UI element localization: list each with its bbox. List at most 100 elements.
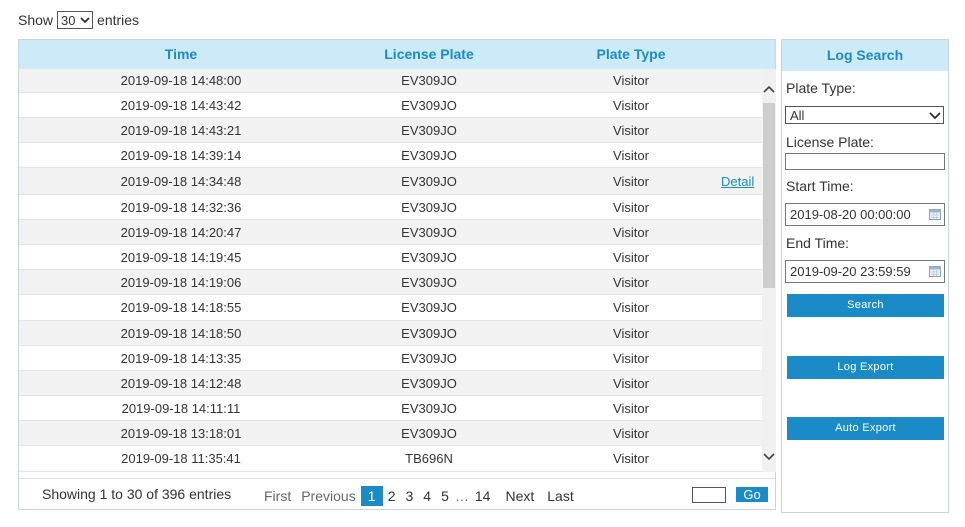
scroll-up-icon[interactable]	[762, 81, 776, 97]
row-license-plate: EV309JO	[401, 400, 457, 416]
start-time-input[interactable]: 2019-08-20 00:00:00	[785, 203, 945, 226]
pagination-page-1[interactable]: 1	[360, 486, 383, 506]
row-time: 2019-09-18 14:39:14	[120, 147, 242, 163]
pagination-page-2[interactable]: 2	[383, 486, 401, 506]
row-plate-type: Visitor	[613, 451, 649, 466]
scroll-down-icon[interactable]	[762, 449, 776, 465]
end-time-value: 2019-09-20 23:59:59	[790, 264, 911, 279]
table-row[interactable]: 2019-09-18 14:18:50 EV309JO Visitor	[19, 321, 762, 346]
table-row[interactable]: 2019-09-18 14:19:06 EV309JO Visitor	[19, 270, 762, 295]
column-header-time[interactable]: Time	[101, 40, 261, 69]
table-row[interactable]: 2019-09-18 14:48:00 EV309JO Visitor	[19, 69, 762, 93]
row-license-plate: EV309JO	[401, 147, 457, 163]
row-license-plate: EV309JO	[401, 199, 457, 215]
table-row[interactable]: 2019-09-18 14:32:36 EV309JO Visitor	[19, 195, 762, 220]
row-time: 2019-09-18 14:18:50	[120, 325, 242, 341]
calendar-icon[interactable]	[929, 266, 941, 277]
row-time: 2019-09-18 11:35:41	[121, 451, 241, 466]
pagination-previous[interactable]: Previous	[296, 486, 360, 506]
table-row[interactable]: 2019-09-18 14:19:45 EV309JO Visitor	[19, 245, 762, 270]
row-plate-type: Visitor	[613, 73, 649, 88]
row-license-plate: EV309JO	[401, 73, 457, 88]
pagination-page-14[interactable]: 14	[470, 486, 496, 506]
pagination-last[interactable]: Last	[539, 486, 578, 506]
row-time: 2019-09-18 14:43:42	[120, 97, 242, 113]
row-time: 2019-09-18 14:11:11	[121, 400, 241, 416]
chevron-down-icon	[929, 112, 941, 120]
license-plate-label: License Plate:	[786, 134, 874, 150]
table-row[interactable]: 2019-09-18 14:43:21 EV309JO Visitor	[19, 118, 762, 143]
table-row[interactable]: 2019-09-18 14:13:35 EV309JO Visitor	[19, 346, 762, 371]
row-time: 2019-09-18 14:32:36	[120, 199, 242, 215]
end-time-input[interactable]: 2019-09-20 23:59:59	[785, 260, 945, 283]
row-plate-type: Visitor	[613, 249, 649, 265]
row-time: 2019-09-18 13:18:01	[120, 425, 242, 441]
plate-type-value: All	[790, 107, 805, 123]
row-plate-type: Visitor	[613, 224, 649, 240]
table-row[interactable]: 2019-09-18 14:18:55 EV309JO Visitor	[19, 295, 762, 321]
table-row[interactable]: 2019-09-18 14:12:48 EV309JO Visitor	[19, 371, 762, 396]
column-header-plate-type[interactable]: Plate Type	[551, 40, 711, 69]
table-row[interactable]: 2019-09-18 11:35:41 TB696N Visitor	[19, 446, 762, 472]
row-time: 2019-09-18 14:20:47	[120, 224, 242, 240]
log-export-button[interactable]: Log Export	[787, 356, 944, 379]
row-license-plate: EV309JO	[401, 249, 457, 265]
row-time: 2019-09-18 14:12:48	[120, 375, 242, 391]
table-row[interactable]: 2019-09-18 14:39:14 EV309JO Visitor	[19, 143, 762, 168]
row-license-plate: TB696N	[405, 451, 453, 466]
column-header-license-plate[interactable]: License Plate	[349, 40, 509, 69]
auto-export-button[interactable]: Auto Export	[787, 417, 944, 440]
row-plate-type: Visitor	[613, 375, 649, 391]
table-row[interactable]: 2019-09-18 14:20:47 EV309JO Visitor	[19, 220, 762, 245]
row-license-plate: EV309JO	[401, 173, 457, 189]
row-plate-type: Visitor	[613, 425, 649, 441]
row-plate-type: Visitor	[613, 300, 649, 315]
table-scrollbar[interactable]	[762, 69, 776, 472]
table-row[interactable]: 2019-09-18 14:11:11 EV309JO Visitor	[19, 396, 762, 421]
plate-type-label: Plate Type:	[786, 80, 856, 96]
row-time: 2019-09-18 14:18:55	[120, 300, 242, 315]
row-plate-type: Visitor	[613, 97, 649, 113]
row-license-plate: EV309JO	[401, 350, 457, 366]
scrollbar-thumb[interactable]	[763, 103, 775, 288]
table-footer: Showing 1 to 30 of 396 entries First Pre…	[19, 478, 775, 510]
row-plate-type: Visitor	[613, 400, 649, 416]
table-row[interactable]: 2019-09-18 14:34:48 EV309JO Visitor Detail	[19, 168, 762, 195]
pagination-first[interactable]: First	[259, 486, 296, 506]
row-time: 2019-09-18 14:19:45	[120, 249, 242, 265]
show-label: Show	[18, 12, 54, 28]
row-time: 2019-09-18 14:19:06	[120, 274, 242, 290]
table-row[interactable]: 2019-09-18 14:43:42 EV309JO Visitor	[19, 93, 762, 118]
detail-link[interactable]: Detail	[721, 168, 754, 194]
go-button[interactable]: Go	[736, 487, 768, 502]
calendar-icon[interactable]	[929, 209, 941, 220]
pagination-page-4[interactable]: 4	[418, 486, 436, 506]
row-license-plate: EV309JO	[401, 224, 457, 240]
row-time: 2019-09-18 14:48:00	[120, 73, 242, 88]
row-plate-type: Visitor	[613, 325, 649, 341]
start-time-label: Start Time:	[786, 178, 854, 194]
start-time-value: 2019-08-20 00:00:00	[790, 207, 911, 222]
page-jump-input[interactable]	[692, 487, 726, 503]
entries-label: entries	[97, 12, 140, 28]
log-table: Time License Plate Plate Type 2019-09-18…	[18, 39, 776, 510]
log-search-panel: Log Search Plate Type: All License Plate…	[781, 39, 949, 513]
end-time-label: End Time:	[786, 235, 850, 251]
pagination-page-3[interactable]: 3	[400, 486, 418, 506]
search-button[interactable]: Search	[787, 294, 944, 317]
table-body: 2019-09-18 14:48:00 EV309JO Visitor 2019-09…	[19, 69, 762, 472]
entries-per-page-select[interactable]: 30	[57, 11, 94, 29]
row-plate-type: Visitor	[613, 147, 649, 163]
table-header: Time License Plate Plate Type	[19, 40, 775, 69]
plate-type-select[interactable]: All	[785, 106, 944, 124]
row-time: 2019-09-18 14:34:48	[120, 173, 242, 189]
pagination-next[interactable]: Next	[495, 486, 539, 506]
pagination: First Previous 1 2 3 4 5 … 14 Next Last	[259, 486, 579, 506]
pagination-page-5[interactable]: 5	[436, 486, 454, 506]
row-license-plate: EV309JO	[401, 274, 457, 290]
table-row[interactable]: 2019-09-18 13:18:01 EV309JO Visitor	[19, 421, 762, 446]
row-license-plate: EV309JO	[401, 122, 457, 138]
license-plate-input[interactable]	[785, 153, 945, 170]
entries-info: Showing 1 to 30 of 396 entries	[42, 486, 232, 502]
chevron-down-icon	[80, 17, 90, 24]
